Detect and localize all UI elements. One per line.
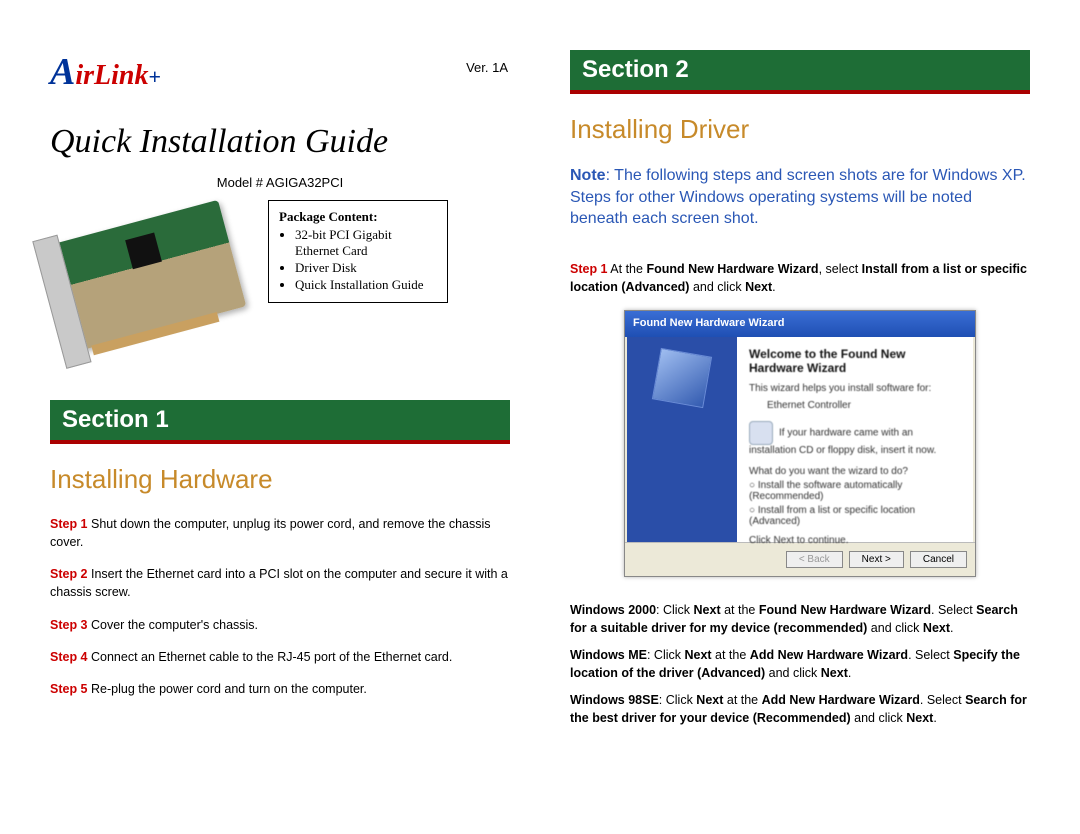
- wizard-continue: Click Next to continue.: [749, 535, 961, 546]
- wizard-back-button[interactable]: < Back: [786, 551, 843, 568]
- right-column: Section 2 Installing Driver Note: The fo…: [540, 0, 1080, 834]
- wizard-question: What do you want the wizard to do?: [749, 466, 961, 477]
- wizard-cancel-button[interactable]: Cancel: [910, 551, 967, 568]
- wizard-option-auto[interactable]: Install the software automatically (Reco…: [749, 480, 961, 502]
- section-2-bar: Section 2: [570, 50, 1030, 94]
- hw-step-1: Step 1 Shut down the computer, unplug it…: [50, 515, 510, 551]
- wizard-welcome: Welcome to the Found New Hardware Wizard: [749, 347, 961, 375]
- left-column: AirLink+ Ver. 1A Quick Installation Guid…: [0, 0, 540, 834]
- package-item: Quick Installation Guide: [295, 277, 437, 293]
- wizard-device: Ethernet Controller: [767, 400, 961, 411]
- package-heading: Package Content:: [279, 209, 437, 225]
- wizard-main: Welcome to the Found New Hardware Wizard…: [737, 337, 973, 542]
- hw-step-2: Step 2 Insert the Ethernet card into a P…: [50, 565, 510, 601]
- driver-step-1: Step 1 At the Found New Hardware Wizard,…: [570, 260, 1030, 296]
- wizard-titlebar: Found New Hardware Wizard: [625, 311, 975, 337]
- found-new-hardware-wizard: Found New Hardware Wizard Welcome to the…: [624, 310, 976, 577]
- package-content-box: Package Content: 32-bit PCI Gigabit Ethe…: [268, 200, 448, 303]
- brand-logo: AirLink+: [50, 50, 190, 95]
- doc-title: Quick Installation Guide: [50, 123, 510, 161]
- package-item: 32-bit PCI Gigabit Ethernet Card: [295, 227, 437, 259]
- hw-step-3: Step 3 Cover the computer's chassis.: [50, 616, 510, 634]
- wizard-option-advanced[interactable]: Install from a list or specific location…: [749, 505, 961, 527]
- product-row: Package Content: 32-bit PCI Gigabit Ethe…: [50, 200, 510, 350]
- wizard-footer: < Back Next > Cancel: [625, 542, 975, 575]
- hw-step-5: Step 5 Re-plug the power cord and turn o…: [50, 680, 510, 698]
- version-label: Ver. 1A: [466, 60, 508, 75]
- wizard-sidebar: [627, 337, 737, 542]
- os-note-win98se: Windows 98SE: Click Next at the Add New …: [570, 692, 1030, 727]
- wizard-graphic-icon: [652, 348, 712, 408]
- model-number: Model # AGIGA32PCI: [50, 175, 510, 190]
- wizard-cd-hint: If your hardware came with an installati…: [749, 421, 961, 456]
- section-1-heading: Installing Hardware: [50, 464, 510, 495]
- wizard-help-text: This wizard helps you install software f…: [749, 383, 961, 394]
- xp-note: Note: The following steps and screen sho…: [570, 165, 1030, 230]
- section-2-heading: Installing Driver: [570, 114, 1030, 145]
- hw-step-4: Step 4 Connect an Ethernet cable to the …: [50, 648, 510, 666]
- product-image: [50, 200, 250, 350]
- cd-icon: [749, 421, 773, 445]
- os-note-win2000: Windows 2000: Click Next at the Found Ne…: [570, 602, 1030, 637]
- package-list: 32-bit PCI Gigabit Ethernet Card Driver …: [279, 227, 437, 293]
- package-item: Driver Disk: [295, 260, 437, 276]
- section-1-bar: Section 1: [50, 400, 510, 444]
- wizard-next-button[interactable]: Next >: [849, 551, 904, 568]
- os-note-winme: Windows ME: Click Next at the Add New Ha…: [570, 647, 1030, 682]
